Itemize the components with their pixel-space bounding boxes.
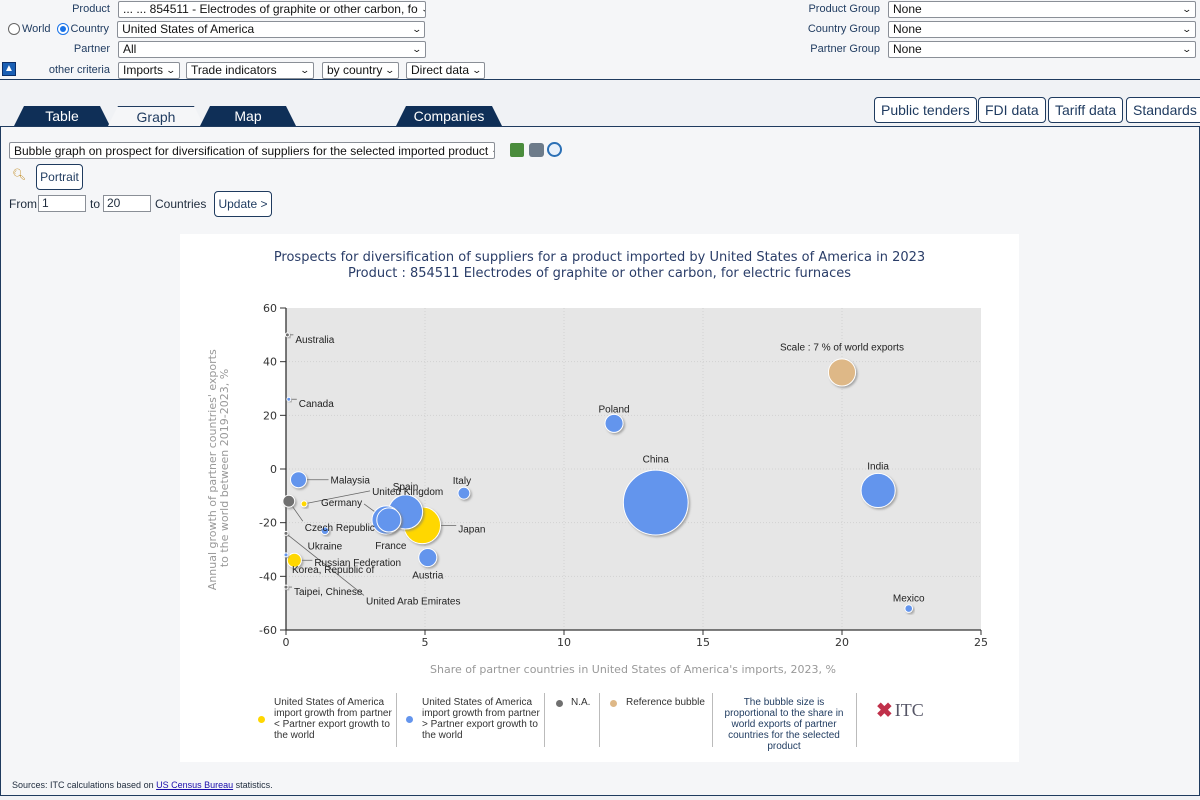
bubble-label: Malaysia	[331, 476, 371, 487]
bubble-label: Italy	[453, 476, 471, 487]
x-axis-label: Share of partner countries in United Sta…	[430, 663, 836, 676]
bubble-taipei-chinese	[283, 584, 289, 590]
bubble-poland	[604, 413, 624, 433]
bubble-label: Taipei, Chinese	[294, 587, 363, 598]
y-axis-label: Annual growth of partner countries' expo…	[206, 346, 231, 590]
bubble-china	[622, 469, 689, 536]
legend-lower: United States of America import growth f…	[274, 697, 392, 741]
bubble-france	[376, 507, 402, 533]
legend-divider	[396, 693, 397, 747]
x-tick-label: 10	[557, 636, 571, 649]
itc-logo-icon: ✖	[876, 700, 893, 722]
y-tick-label: 40	[263, 356, 277, 369]
legend-na: N.A.	[571, 697, 591, 708]
bubble-chart: 0 5 10 15 20 25 60 40 20 0 -20 -40 -60 Australia Cana…	[206, 302, 988, 676]
bubble-australia	[284, 332, 290, 338]
y-tick-label: -40	[259, 570, 277, 583]
legend-dot-higher	[406, 716, 413, 723]
bubble-india	[860, 472, 896, 509]
bubble-korea-republic-of	[283, 552, 289, 558]
bubble-label: Germany	[321, 498, 362, 509]
y-tick-label: 20	[263, 409, 277, 422]
legend-dot-reference	[610, 700, 617, 707]
bubble-label: United Arab Emirates	[366, 596, 461, 607]
reference-bubble-label: Scale : 7 % of world exports	[780, 342, 904, 353]
legend-size-note: The bubble size is proportional to the s…	[724, 697, 844, 752]
us-census-bureau-link[interactable]: US Census Bureau	[156, 780, 233, 790]
bubble-label: Ukraine	[308, 542, 343, 553]
bubble-italy	[457, 486, 471, 500]
bubble-label: France	[375, 541, 407, 552]
bubble-label: Poland	[598, 404, 629, 415]
bubble-label: Spain	[393, 482, 419, 493]
legend-divider	[599, 693, 600, 747]
legend-divider	[856, 693, 857, 747]
reference-bubble	[827, 358, 857, 387]
bubble-label: Korea, Republic of	[292, 565, 374, 576]
x-tick-label: 5	[422, 636, 429, 649]
y-tick-label: -60	[259, 624, 277, 637]
legend-higher: United States of America import growth f…	[422, 697, 540, 741]
bubble-czech-republic	[282, 494, 296, 508]
sources-note: Sources: ITC calculations based on US Ce…	[12, 780, 273, 790]
bubble-label: China	[643, 455, 670, 466]
x-tick-label: 15	[696, 636, 710, 649]
legend-reference: Reference bubble	[626, 697, 705, 708]
bubble-label: Australia	[295, 335, 334, 346]
x-tick-label: 20	[835, 636, 849, 649]
bubble-label: Japan	[458, 524, 485, 535]
bubble-label: Czech Republic	[305, 523, 375, 534]
bubble-austria	[418, 548, 438, 568]
bubble-label: India	[867, 461, 889, 472]
x-tick-label: 25	[974, 636, 988, 649]
bubble-canada	[286, 396, 292, 402]
bubble-united-kingdom	[300, 500, 308, 508]
legend-dot-na	[556, 700, 563, 707]
y-tick-label: 0	[270, 463, 277, 476]
legend-dot-lower	[258, 716, 265, 723]
bubble-united-arab-emirates	[283, 530, 289, 536]
sources-prefix: Sources: ITC calculations based on	[12, 780, 157, 790]
sources-suffix: statistics.	[233, 780, 273, 790]
x-tick-label: 0	[283, 636, 290, 649]
y-tick-label: -20	[259, 517, 277, 530]
legend-divider	[544, 693, 545, 747]
itc-logo: ✖ ITC	[876, 698, 924, 723]
y-axis-label-line-2: to the world between 2019-2023, %	[218, 369, 231, 567]
bubble-label: Austria	[412, 571, 444, 582]
legend-divider	[712, 693, 713, 747]
bubble-label: Canada	[299, 399, 334, 410]
itc-logo-text: ITC	[894, 700, 924, 720]
bubble-malaysia	[290, 471, 308, 489]
bubble-label: Mexico	[893, 594, 925, 605]
bubble-mexico	[904, 604, 914, 613]
y-tick-label: 60	[263, 302, 277, 315]
